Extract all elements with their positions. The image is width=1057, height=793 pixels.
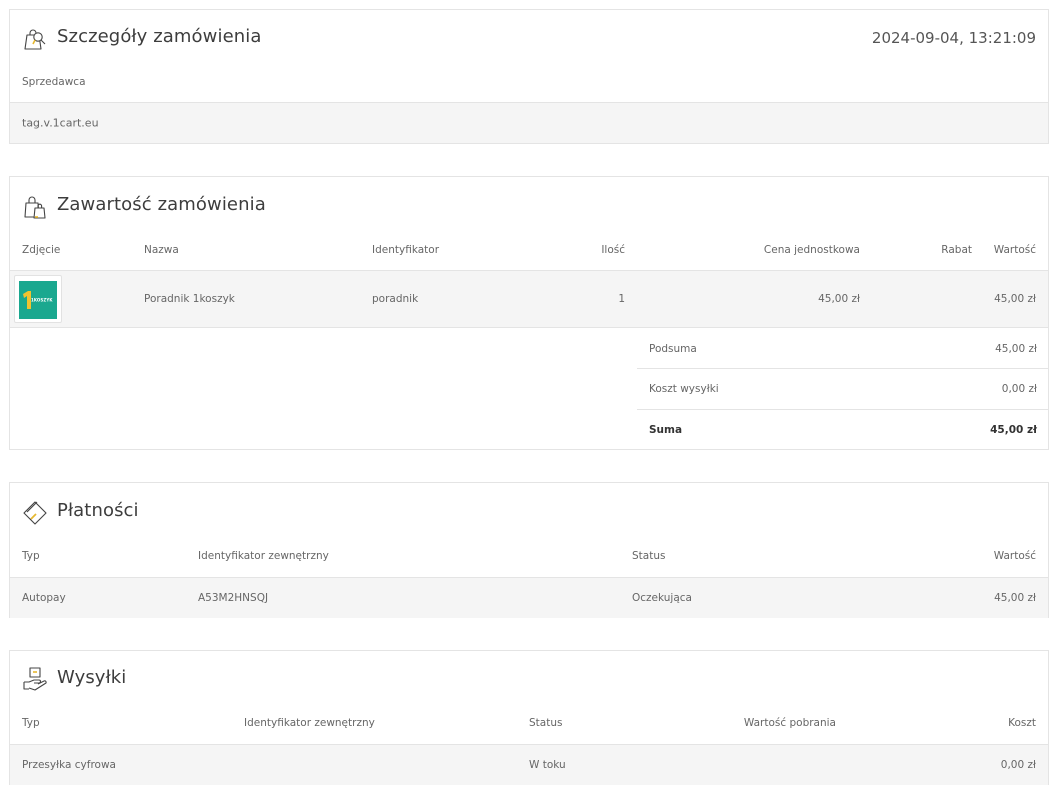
shipments-header: Wysyłki xyxy=(10,651,1048,703)
order-contents-card: Zawartość zamówienia Zdjęcie Nazwa Ident… xyxy=(9,176,1049,450)
seller-value-row: tag.v.1cart.eu xyxy=(10,102,1048,143)
col-shipment-external-id: Identyfikator zewnętrzny xyxy=(244,717,375,729)
col-payment-status: Status xyxy=(632,550,666,562)
order-details-header: Szczegóły zamówienia 2024-09-04, 13:21:0… xyxy=(10,10,1048,68)
col-shipment-cost: Koszt xyxy=(1008,717,1036,729)
shipments-table-header: Typ Identyfikator zewnętrzny Status Wart… xyxy=(10,703,1048,744)
col-shipment-cod-value: Wartość pobrania xyxy=(743,717,836,729)
payment-value: 45,00 zł xyxy=(994,592,1036,604)
col-payment-type: Typ xyxy=(22,550,40,562)
shopping-bags-icon xyxy=(22,194,48,220)
shipments-title: Wysyłki xyxy=(57,667,127,688)
product-unit-price: 45,00 zł xyxy=(818,293,860,305)
subtotal-row: Podsuma 45,00 zł xyxy=(637,328,1049,369)
product-identifier: poradnik xyxy=(372,293,419,305)
shipment-status: W toku xyxy=(529,759,566,771)
product-quantity: 1 xyxy=(618,293,625,305)
payments-title: Płatności xyxy=(57,500,139,521)
order-contents-title: Zawartość zamówienia xyxy=(57,194,266,215)
col-unit-price: Cena jednostkowa xyxy=(763,244,860,256)
payments-table-header: Typ Identyfikator zewnętrzny Status Wart… xyxy=(10,536,1048,577)
order-date: 2024-09-04, 13:21:09 xyxy=(871,29,1036,47)
payment-external-id: A53M2HNSQJ xyxy=(198,592,269,604)
shopping-bag-search-icon xyxy=(22,26,48,52)
table-row[interactable]: 1KOSZYK Poradnik 1koszyk poradnik 1 45,0… xyxy=(10,270,1048,327)
total-value: 45,00 zł xyxy=(990,424,1037,436)
subtotal-value: 45,00 zł xyxy=(995,342,1037,355)
shipping-cost-value: 0,00 zł xyxy=(1001,383,1037,395)
table-row[interactable]: Autopay A53M2HNSQJ Oczekująca 45,00 zł xyxy=(10,577,1048,618)
order-contents-header: Zawartość zamówienia xyxy=(10,177,1048,228)
hand-package-icon xyxy=(22,666,48,692)
contents-table-header: Zdjęcie Nazwa Identyfikator Ilość Cena j… xyxy=(10,228,1048,270)
total-row: Suma 45,00 zł xyxy=(637,409,1049,450)
payments-header: Płatności xyxy=(10,483,1048,536)
total-label: Suma xyxy=(649,424,683,436)
col-value: Wartość xyxy=(993,244,1036,256)
product-value: 45,00 zł xyxy=(994,293,1036,305)
product-image: 1KOSZYK xyxy=(19,281,57,319)
credit-card-icon xyxy=(22,500,48,526)
product-image-text: 1KOSZYK xyxy=(31,297,53,303)
seller-value: tag.v.1cart.eu xyxy=(22,116,99,130)
order-summary: Podsuma 45,00 zł Koszt wysyłki 0,00 zł S… xyxy=(10,327,1049,451)
col-payment-value: Wartość xyxy=(993,550,1036,562)
shipping-cost-row: Koszt wysyłki 0,00 zł xyxy=(637,368,1049,409)
col-shipment-status: Status xyxy=(529,717,563,729)
col-discount: Rabat xyxy=(941,244,972,256)
order-details-card: Szczegóły zamówienia 2024-09-04, 13:21:0… xyxy=(9,9,1049,144)
table-row[interactable]: Przesyłka cyfrowa W toku 0,00 zł xyxy=(10,744,1048,785)
col-payment-external-id: Identyfikator zewnętrzny xyxy=(198,550,329,562)
payments-card: Płatności Typ Identyfikator zewnętrzny S… xyxy=(9,482,1049,618)
col-name: Nazwa xyxy=(144,244,179,256)
shipping-cost-label: Koszt wysyłki xyxy=(649,383,719,395)
payment-status: Oczekująca xyxy=(632,592,692,604)
col-quantity: Ilość xyxy=(601,244,625,256)
col-shipment-type: Typ xyxy=(22,717,40,729)
order-details-title: Szczegóły zamówienia xyxy=(57,26,262,47)
payment-type: Autopay xyxy=(22,592,66,604)
subtotal-label: Podsuma xyxy=(649,342,697,355)
col-photo: Zdjęcie xyxy=(22,244,61,256)
product-name: Poradnik 1koszyk xyxy=(144,293,235,305)
shipment-type: Przesyłka cyfrowa xyxy=(22,759,116,771)
seller-label: Sprzedawca xyxy=(22,76,86,88)
shipments-card: Wysyłki Typ Identyfikator zewnętrzny Sta… xyxy=(9,650,1049,785)
seller-label-row: Sprzedawca xyxy=(10,68,1048,102)
col-identifier: Identyfikator xyxy=(372,244,440,256)
shipment-cost: 0,00 zł xyxy=(1000,759,1036,771)
product-thumbnail[interactable]: 1KOSZYK xyxy=(14,275,62,323)
